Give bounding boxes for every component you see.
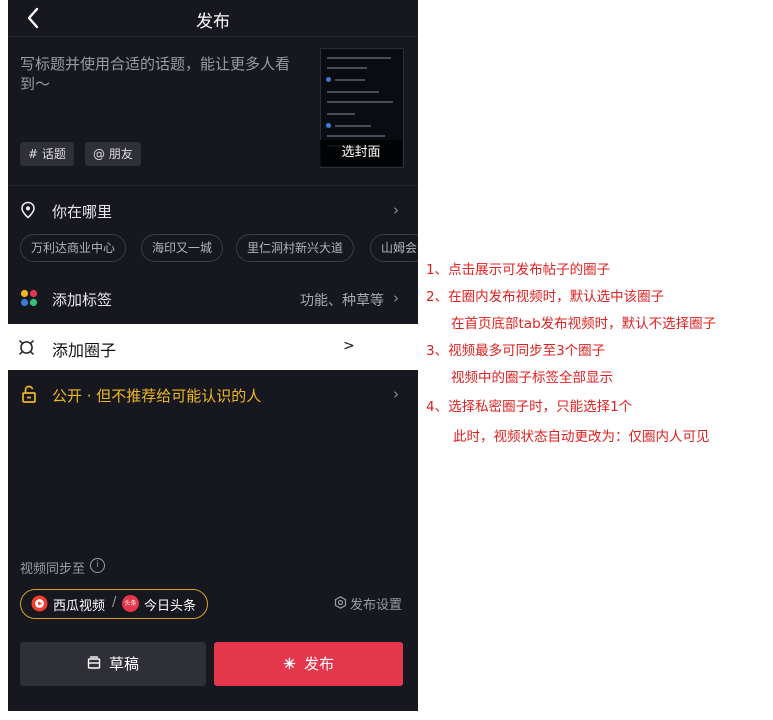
page-title: 发布 (196, 12, 230, 32)
location-suggestion[interactable]: 里仁洞村新兴大道 (236, 234, 355, 262)
info-icon[interactable]: i (90, 558, 105, 573)
tag-hint: 功能、种草等 (300, 293, 384, 309)
publish-label: 发布 (303, 655, 334, 673)
choose-cover-label[interactable]: 选封面 (320, 140, 402, 166)
location-suggestion[interactable]: 山姆会 (370, 234, 418, 262)
annotation-note: 3、视频最多可同步至3个圈子 (426, 343, 606, 359)
top-bar: 发布 (8, 0, 418, 37)
annotation-note: 2、在圈内发布视频时，默认选中该圈子 (426, 289, 665, 305)
publish-button[interactable]: 发布 (214, 642, 403, 686)
friend-chip[interactable]: @ 朋友 (85, 142, 141, 166)
location-suggestion[interactable]: 万利达商业中心 (20, 234, 127, 262)
unlock-icon (22, 385, 36, 403)
publish-screen: 发布 写标题并使用合适的话题，能让更多人看到～ 选封面 # 话题 @ 朋友 你在… (8, 0, 418, 711)
draft-icon (87, 656, 101, 669)
draft-label: 草稿 (108, 655, 139, 673)
topic-chip[interactable]: # 话题 (20, 142, 74, 166)
sync-separator: / (112, 595, 117, 610)
draft-button[interactable]: 草稿 (20, 642, 206, 686)
sync-label: 视频同步至 (20, 562, 86, 577)
add-circle-label: 添加圈子 (52, 341, 117, 360)
chevron-right-icon[interactable]: › (393, 385, 399, 403)
sparkle-icon (283, 657, 296, 669)
xigua-label: 西瓜视频 (53, 599, 106, 614)
add-circle-arrow: > (343, 338, 355, 354)
title-input[interactable]: 写标题并使用合适的话题，能让更多人看到～ (20, 54, 300, 94)
add-tag-label[interactable]: 添加标签 (52, 289, 112, 310)
divider (8, 185, 418, 186)
annotation-note: 此时，视频状态自动更改为：仅圈内人可见 (453, 429, 710, 445)
annotation-note: 1、点击展示可发布帖子的圈子 (426, 262, 611, 278)
tag-dots-icon (20, 289, 38, 307)
annotation-note: 4、选择私密圈子时，只能选择1个 (426, 399, 633, 415)
annotation-note: 在首页底部tab发布视频时，默认不选择圈子 (451, 316, 717, 332)
toutiao-logo-icon: 头条 (122, 595, 139, 612)
privacy-setting[interactable]: 公开 · 但不推荐给可能认识的人 (52, 385, 261, 406)
sync-targets[interactable]: 西瓜视频 / 头条 今日头条 (20, 589, 208, 619)
annotation-note: 视频中的圈子标签全部显示 (451, 370, 613, 386)
location-suggestion[interactable]: 海印又一城 (141, 234, 224, 262)
chevron-right-icon[interactable]: › (393, 289, 399, 307)
settings-icon[interactable] (334, 596, 347, 609)
circle-icon (18, 339, 35, 356)
xigua-logo-icon (31, 595, 48, 612)
location-pin-icon (21, 201, 35, 219)
chevron-right-icon[interactable]: › (393, 201, 399, 219)
toutiao-label: 今日头条 (144, 599, 197, 614)
publish-settings-link[interactable]: 发布设置 (350, 594, 402, 613)
add-circle-row[interactable]: 添加圈子 > (8, 324, 418, 370)
location-label[interactable]: 你在哪里 (52, 201, 112, 222)
